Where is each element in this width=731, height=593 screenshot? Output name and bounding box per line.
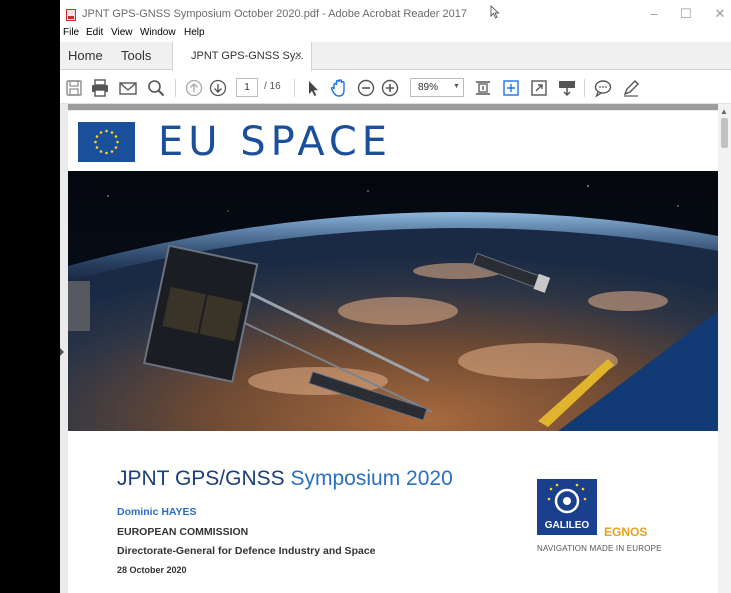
document-tab-label: JPNT GPS-GNSS Sy... xyxy=(191,50,304,62)
close-tab-button[interactable]: × xyxy=(295,48,302,62)
zoom-out-icon[interactable] xyxy=(356,78,376,98)
maximize-button[interactable]: ☐ xyxy=(676,6,696,22)
expand-panel-arrow[interactable] xyxy=(60,348,64,356)
select-cursor-icon[interactable] xyxy=(303,78,323,98)
mouse-cursor-icon xyxy=(490,5,500,19)
page-up-icon[interactable] xyxy=(184,78,204,98)
eu-space-header: EU SPACE xyxy=(158,119,393,165)
vertical-scrollbar[interactable]: ▲ xyxy=(718,104,731,593)
highlight-pen-icon[interactable] xyxy=(621,78,641,98)
print-icon[interactable] xyxy=(90,78,110,98)
menu-file[interactable]: File xyxy=(63,27,79,38)
document-viewport: EU SPACE JPNT GPS/GNSS Symposium 2020 Do… xyxy=(60,104,731,593)
presentation-date: 28 October 2020 xyxy=(117,565,187,575)
acrobat-window: JPNT GPS-GNSS Symposium October 2020.pdf… xyxy=(60,0,731,593)
zoom-dropdown[interactable]: 89% ▼ xyxy=(410,78,464,97)
zoom-in-icon[interactable] xyxy=(380,78,400,98)
page-down-icon[interactable] xyxy=(208,78,228,98)
symposium-title: JPNT GPS/GNSS Symposium 2020 xyxy=(117,467,453,491)
author-name: Dominic HAYES xyxy=(117,506,197,518)
directorate: Directorate-General for Defence Industry… xyxy=(117,545,376,557)
pdf-file-icon xyxy=(66,9,76,21)
fit-page-icon[interactable] xyxy=(473,78,493,98)
satellite-earth-image xyxy=(68,171,718,431)
chevron-down-icon: ▼ xyxy=(453,83,460,90)
toolbar: 1 / 16 89% ▼ xyxy=(60,71,731,104)
save-icon[interactable] xyxy=(64,78,84,98)
title-main: JPNT GPS/GNSS xyxy=(117,467,285,490)
window-title: JPNT GPS-GNSS Symposium October 2020.pdf… xyxy=(82,8,467,20)
toolbar-separator xyxy=(175,79,176,97)
tab-home[interactable]: Home xyxy=(68,48,103,63)
page-total: / 16 xyxy=(264,81,281,92)
title-bar: JPNT GPS-GNSS Symposium October 2020.pdf… xyxy=(60,0,731,28)
read-mode-icon[interactable] xyxy=(557,78,577,98)
tab-document[interactable]: JPNT GPS-GNSS Sy... × xyxy=(172,42,312,71)
menu-window[interactable]: Window xyxy=(140,27,176,38)
tab-tools[interactable]: Tools xyxy=(121,48,151,63)
page-number-input[interactable]: 1 xyxy=(236,78,258,97)
scroll-thumb[interactable] xyxy=(721,118,728,148)
tab-row: Home Tools JPNT GPS-GNSS Sy... × xyxy=(60,42,731,71)
galileo-emblem-icon xyxy=(547,483,587,514)
galileo-logo: GALILEO xyxy=(537,479,597,535)
toolbar-separator xyxy=(584,79,585,97)
pdf-page: EU SPACE JPNT GPS/GNSS Symposium 2020 Do… xyxy=(68,111,718,593)
toolbar-separator xyxy=(294,79,295,97)
menu-help[interactable]: Help xyxy=(184,27,205,38)
comment-icon[interactable] xyxy=(593,78,613,98)
scroll-mode-icon[interactable] xyxy=(501,78,521,98)
search-icon[interactable] xyxy=(146,78,166,98)
previous-page-edge xyxy=(68,104,718,110)
menu-view[interactable]: View xyxy=(111,27,133,38)
minimize-button[interactable]: – xyxy=(644,6,664,21)
hand-tool-icon[interactable] xyxy=(329,78,349,98)
email-icon[interactable] xyxy=(118,78,138,98)
menu-bar: File Edit View Window Help xyxy=(60,27,731,42)
egnos-label: EGNOS xyxy=(604,525,648,539)
eu-flag-icon xyxy=(78,122,135,162)
organization: EUROPEAN COMMISSION xyxy=(117,526,249,538)
left-black-margin xyxy=(0,0,60,593)
title-year: Symposium 2020 xyxy=(290,467,453,490)
scroll-up-icon[interactable]: ▲ xyxy=(720,107,728,116)
full-screen-icon[interactable] xyxy=(529,78,549,98)
galileo-label: GALILEO xyxy=(544,520,590,531)
navigation-tagline: NAVIGATION MADE IN EUROPE xyxy=(537,544,662,553)
menu-edit[interactable]: Edit xyxy=(86,27,103,38)
close-window-button[interactable]: ✕ xyxy=(710,6,730,22)
zoom-value: 89% xyxy=(418,82,439,93)
